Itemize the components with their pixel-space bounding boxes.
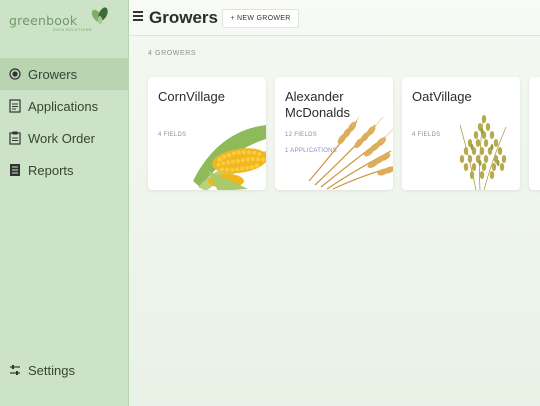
sidebar-item-label: Applications	[28, 98, 99, 114]
sidebar-item-label: Work Order	[28, 130, 95, 146]
leaf-icon	[91, 7, 108, 24]
sidebar-item-applications[interactable]: Applications	[0, 90, 129, 122]
document-icon	[8, 99, 22, 113]
sidebar-item-label: Reports	[28, 162, 74, 178]
main-content: Growers + NEW GROWER 4 GROWERS CornVilla…	[129, 0, 540, 406]
brand-tagline: DATA SOLUTIONS	[53, 28, 93, 32]
brand-wordmark: greenbook	[9, 13, 78, 28]
target-icon	[8, 67, 22, 81]
grower-card[interactable]: Alexander McDonalds 12 FIELDS 1 APPLICAT…	[275, 77, 393, 190]
grower-card[interactable]	[529, 77, 540, 190]
grower-name: CornVillage	[158, 89, 225, 104]
report-icon	[8, 163, 22, 177]
brand-logo[interactable]: greenbook DATA SOLUTIONS	[9, 6, 109, 34]
new-grower-button[interactable]: + NEW GROWER	[222, 9, 299, 28]
grower-fields-count: 4 FIELDS	[412, 132, 441, 138]
sidebar: greenbook DATA SOLUTIONS Growers Applica…	[0, 0, 129, 406]
menu-icon[interactable]	[133, 11, 143, 21]
grower-card[interactable]: CornVillage 4 FIELDS	[148, 77, 266, 190]
sidebar-item-settings[interactable]: Settings	[0, 354, 129, 386]
sliders-icon	[8, 363, 22, 377]
top-bar: Growers + NEW GROWER	[129, 0, 540, 36]
corn-image	[193, 125, 266, 190]
settings-label: Settings	[28, 362, 75, 378]
grower-fields-count: 4 FIELDS	[158, 132, 187, 138]
app-window: greenbook DATA SOLUTIONS Growers Applica…	[0, 0, 540, 406]
grower-name: OatVillage	[412, 89, 472, 104]
sidebar-nav: Growers Applications Work Order Reports	[0, 58, 129, 186]
sidebar-item-label: Growers	[28, 66, 78, 82]
sidebar-item-growers[interactable]: Growers	[0, 58, 129, 90]
page-title: Growers	[149, 8, 218, 27]
sidebar-item-work-order[interactable]: Work Order	[0, 122, 129, 154]
clipboard-icon	[8, 131, 22, 145]
sidebar-item-reports[interactable]: Reports	[0, 154, 129, 186]
grower-card[interactable]: OatVillage 4 FIELDS	[402, 77, 520, 190]
oat-image	[459, 114, 507, 190]
growers-count: 4 GROWERS	[148, 50, 197, 57]
wheat-image	[308, 117, 393, 190]
